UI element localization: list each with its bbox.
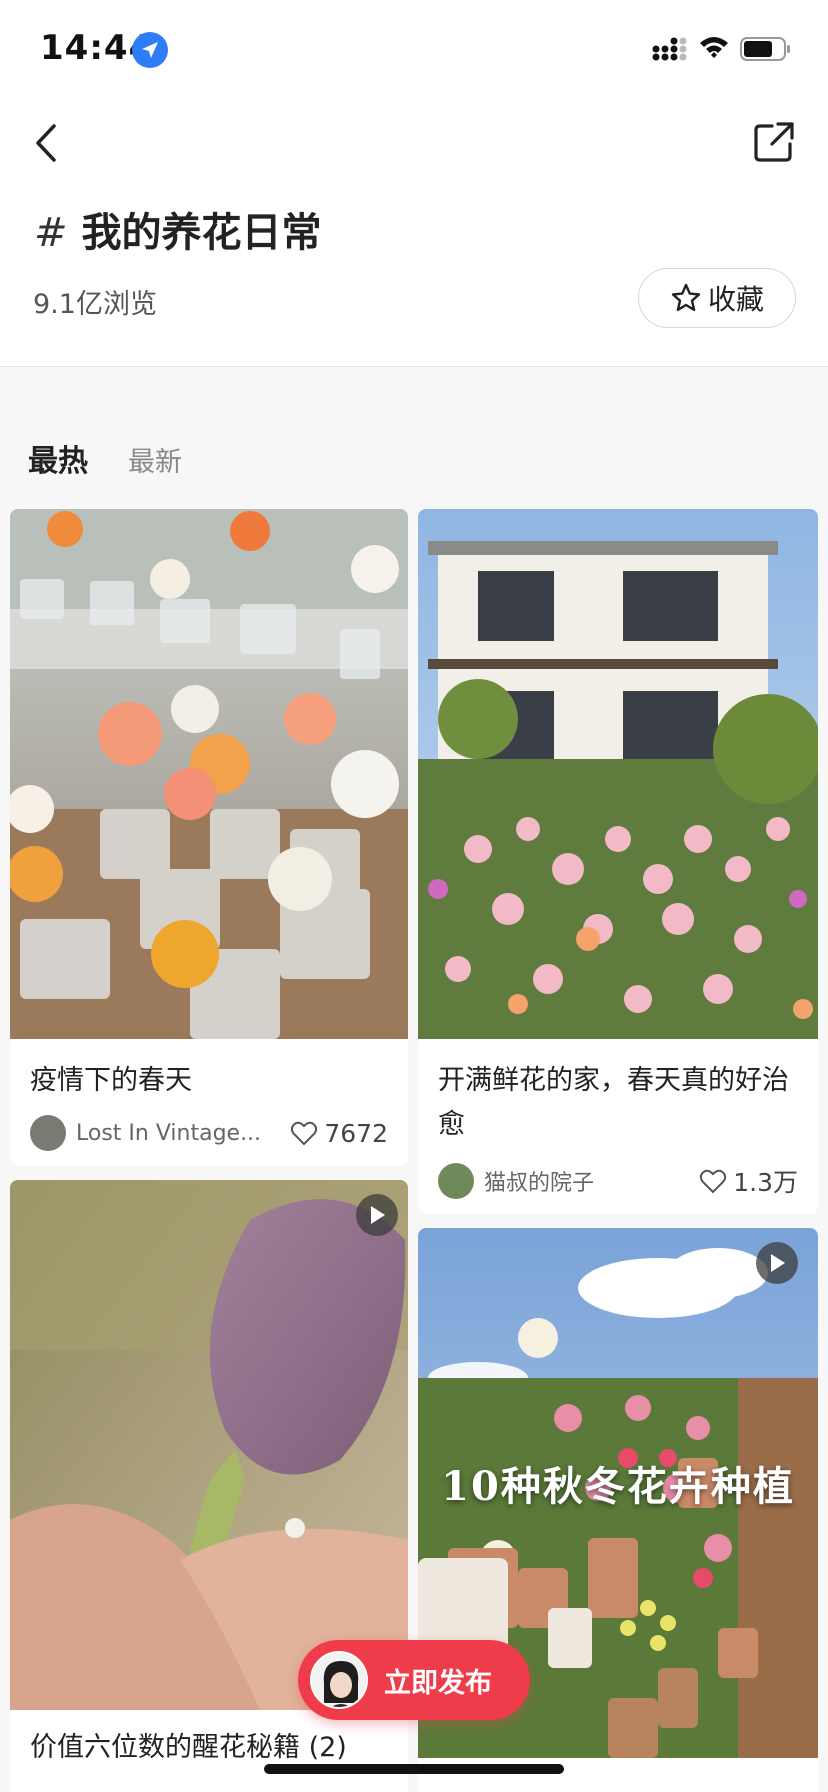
video-play-icon — [756, 1242, 798, 1284]
post-title: 开满鲜花的家，春天真的好治愈 — [438, 1065, 789, 1140]
post-image — [10, 1180, 408, 1710]
video-play-icon — [356, 1194, 398, 1236]
back-arrow-icon[interactable] — [28, 118, 68, 168]
tab-hottest[interactable]: 最热 — [28, 436, 88, 480]
battery-icon — [740, 37, 790, 61]
post-card[interactable]: 开满鲜花的家，春天真的好治愈 猫叔的院子 1.3万 — [418, 509, 818, 1214]
post-meta: Lost In Vintage... 7672 — [30, 1113, 388, 1153]
share-icon[interactable] — [752, 120, 796, 164]
user-avatar — [310, 1651, 368, 1709]
wifi-icon — [700, 37, 728, 58]
author-name: 猫叔的院子 — [484, 1171, 595, 1196]
image-overlay-text: 10种秋冬花卉种植 — [441, 1463, 795, 1510]
star-icon — [671, 283, 701, 311]
post-image — [10, 509, 408, 1039]
status-bar: 14:44 — [0, 0, 828, 100]
view-count: 9.1亿浏览 — [33, 289, 157, 320]
author-name: Lost In Vintage... — [76, 1120, 262, 1146]
like-count[interactable]: 7672 — [290, 1119, 388, 1148]
page-title: # 我的养花日常 — [34, 200, 322, 258]
publish-label: 立即发布 — [384, 1667, 492, 1699]
hashtag-symbol: # — [34, 210, 68, 256]
cellular-signal-icon — [652, 37, 687, 61]
post-card[interactable]: 疫情下的春天 Lost In Vintage... 7672 — [10, 509, 408, 1166]
post-image — [418, 509, 818, 1039]
post-feed: 疫情下的春天 Lost In Vintage... 7672 开满鲜花的家，春天… — [0, 507, 828, 1792]
heart-icon — [700, 1169, 727, 1194]
heart-icon — [291, 1121, 318, 1146]
like-count-value: 7672 — [324, 1118, 388, 1148]
favorite-label: 收藏 — [707, 283, 764, 316]
like-count[interactable]: 1.3万 — [699, 1163, 798, 1199]
post-title: 疫情下的春天 — [30, 1065, 192, 1096]
post-meta: 猫叔的院子 1.3万 — [438, 1161, 798, 1201]
publish-button[interactable]: 立即发布 — [298, 1640, 530, 1720]
author-avatar — [30, 1115, 66, 1151]
favorite-button[interactable]: 收藏 — [638, 268, 796, 328]
topic-title-text: 我的养花日常 — [81, 210, 322, 256]
home-indicator — [264, 1764, 564, 1774]
tab-newest[interactable]: 最新 — [128, 440, 182, 479]
author-avatar — [438, 1163, 474, 1199]
location-arrow-icon — [132, 32, 168, 68]
like-count-value: 1.3万 — [733, 1168, 798, 1197]
tabs-bar — [0, 367, 828, 507]
